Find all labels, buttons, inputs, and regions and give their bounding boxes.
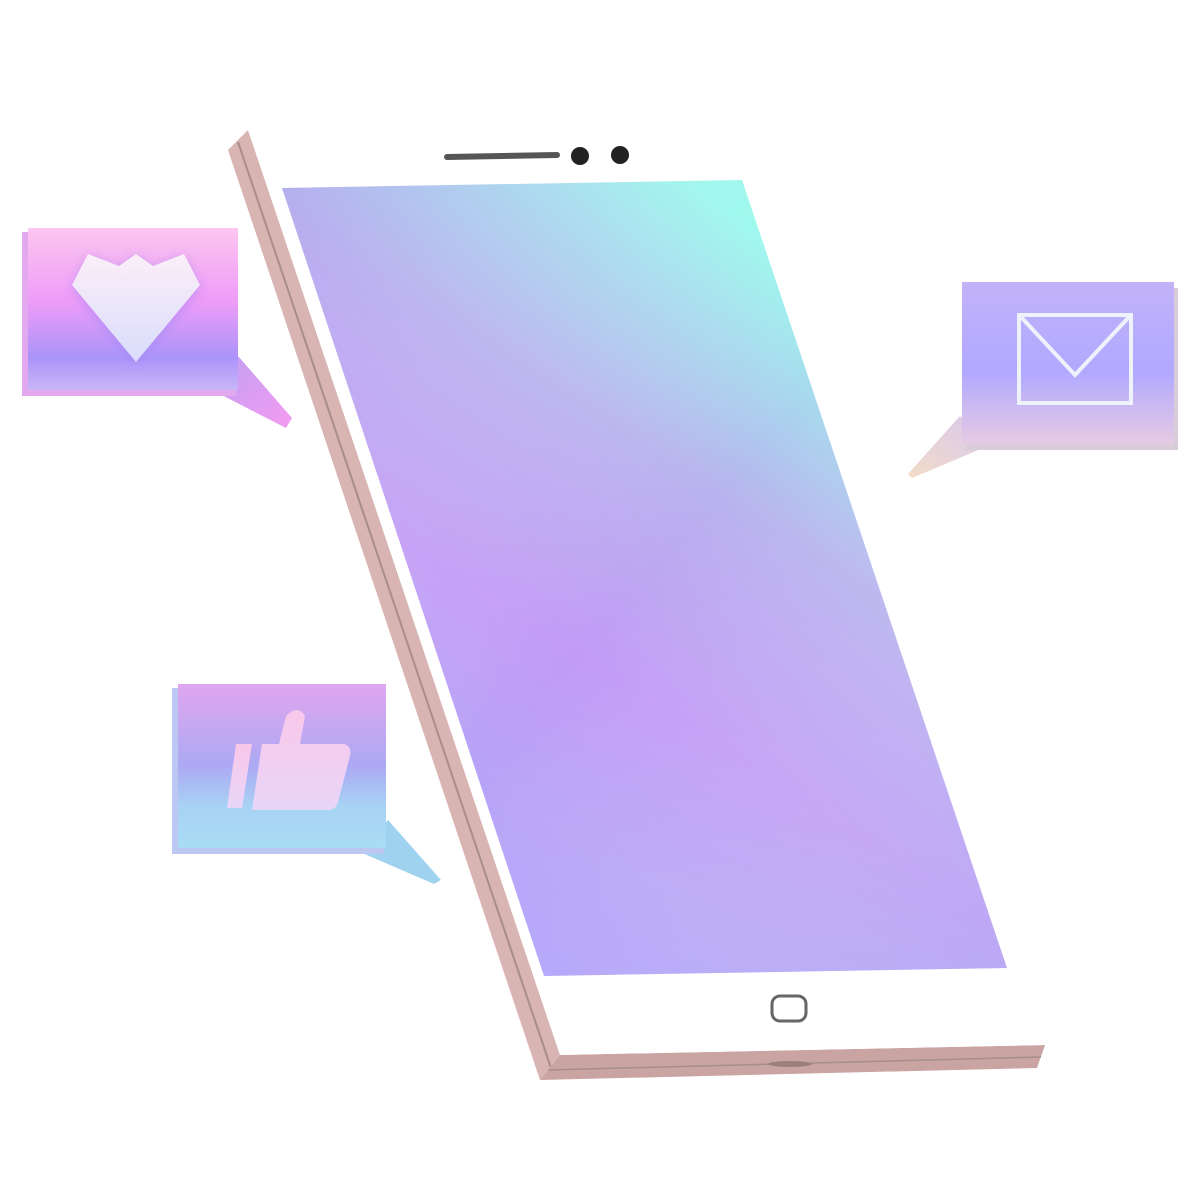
phone-speaker-slot (768, 1061, 812, 1067)
heart-bubble (22, 228, 292, 428)
smartphone-illustration (22, 130, 1178, 1080)
envelope-bubble-body (962, 282, 1174, 444)
earpiece (444, 152, 560, 160)
smartphone (228, 130, 1045, 1080)
front-sensor-icon (611, 146, 629, 164)
envelope-bubble (908, 282, 1178, 478)
thumbs-up-bubble (172, 684, 441, 884)
front-camera-icon (571, 147, 589, 165)
